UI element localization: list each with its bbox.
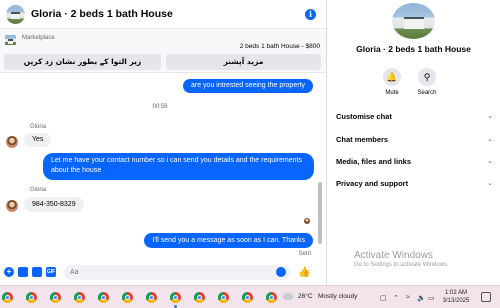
more-options-button[interactable]: مزید آپشنز bbox=[166, 54, 321, 70]
sender-avatar[interactable] bbox=[6, 200, 18, 212]
chevron-down-icon: ⌄ bbox=[487, 158, 493, 165]
mute-label: Mute bbox=[385, 90, 399, 96]
chrome-icon[interactable] bbox=[122, 292, 133, 303]
listing-title[interactable]: 2 beds 1 bath House - $800 bbox=[240, 43, 320, 50]
tray-app-icon[interactable]: ▢ bbox=[380, 294, 387, 302]
emoji-icon[interactable] bbox=[276, 267, 286, 277]
weather-cloud-icon[interactable] bbox=[281, 290, 293, 300]
messenger-window: Gloria · 2 beds 1 bath House i Marketpla… bbox=[0, 0, 500, 308]
chrome-icon[interactable] bbox=[170, 292, 181, 303]
sender-avatar[interactable] bbox=[6, 136, 18, 148]
scroll-thumb[interactable] bbox=[318, 182, 322, 244]
activate-windows-watermark: Activate Windows Go to Settings to activ… bbox=[354, 250, 449, 268]
incoming-message[interactable]: Yes bbox=[24, 133, 52, 147]
weather-temperature[interactable]: 26°C bbox=[298, 293, 313, 300]
clock-date: 3/13/2025 bbox=[442, 298, 470, 304]
speaker-icon[interactable]: 🔈 bbox=[417, 294, 426, 302]
chrome-icon[interactable] bbox=[146, 292, 157, 303]
chevron-down-icon: ⌄ bbox=[487, 136, 493, 143]
system-clock[interactable]: 1:02 AM 3/13/2025 bbox=[440, 289, 472, 305]
outgoing-message[interactable]: I'll send you a message as soon as I can… bbox=[144, 233, 313, 248]
bell-icon: 🔔 bbox=[383, 68, 401, 86]
thumbs-up-icon[interactable]: 👍 bbox=[298, 267, 310, 278]
listing-photo[interactable] bbox=[392, 3, 435, 39]
search-icon: ⚲ bbox=[418, 68, 436, 86]
menu-chat-members[interactable]: Chat members ⌄ bbox=[336, 135, 493, 147]
menu-customise-chat[interactable]: Customise chat ⌄ bbox=[336, 112, 493, 124]
sender-name: Gloria bbox=[30, 187, 47, 193]
chrome-icon[interactable] bbox=[194, 292, 205, 303]
conversation-info-panel: Gloria · 2 beds 1 bath House 🔔 Mute ⚲ Se… bbox=[327, 0, 500, 285]
chat-header: Gloria · 2 beds 1 bath House i bbox=[0, 0, 326, 29]
listing-avatar[interactable] bbox=[6, 4, 25, 24]
message-list: are you intrested seeing the property 00… bbox=[0, 74, 320, 259]
seen-indicator-avatar bbox=[304, 218, 310, 224]
watermark-title: Activate Windows bbox=[354, 250, 433, 261]
clock-time: 1:02 AM bbox=[444, 290, 467, 296]
sticker-icon[interactable] bbox=[32, 267, 42, 277]
message-scrollbar[interactable] bbox=[318, 74, 323, 259]
chat-title[interactable]: Gloria · 2 beds 1 bath House bbox=[31, 8, 305, 20]
incoming-message[interactable]: 984-350-8329 bbox=[24, 197, 84, 212]
chat-column: Gloria · 2 beds 1 bath House i Marketpla… bbox=[0, 0, 327, 285]
message-status: Sent bbox=[298, 251, 311, 257]
chevron-down-icon: ⌄ bbox=[487, 113, 493, 120]
menu-label: Privacy and support bbox=[336, 179, 409, 188]
weather-condition[interactable]: Mostly cloudy bbox=[318, 293, 357, 300]
menu-label: Customise chat bbox=[336, 112, 392, 121]
menu-label: Media, files and links bbox=[336, 157, 412, 166]
chrome-icon[interactable] bbox=[26, 292, 37, 303]
chrome-icon[interactable] bbox=[266, 292, 277, 303]
notification-icon[interactable] bbox=[481, 292, 491, 302]
menu-privacy-support[interactable]: Privacy and support ⌄ bbox=[336, 179, 493, 191]
chevron-up-icon[interactable]: ⌃ bbox=[393, 294, 399, 302]
chrome-icon[interactable] bbox=[98, 292, 109, 303]
chrome-icon[interactable] bbox=[50, 292, 61, 303]
search-label: Search bbox=[417, 90, 437, 96]
chrome-icon[interactable] bbox=[2, 292, 13, 303]
menu-media-files-links[interactable]: Media, files and links ⌄ bbox=[336, 157, 493, 169]
windows-taskbar: 26°C Mostly cloudy ▢ ⌃ ≈ 🔈 ▭ 1:02 AM 3/1… bbox=[0, 285, 500, 308]
sender-name: Gloria bbox=[30, 124, 47, 130]
menu-label: Chat members bbox=[336, 135, 389, 144]
plus-icon[interactable]: + bbox=[4, 267, 14, 277]
search-button[interactable]: ⚲ Search bbox=[412, 68, 442, 96]
chevron-down-icon: ⌄ bbox=[487, 180, 493, 187]
panel-title: Gloria · 2 beds 1 bath House bbox=[356, 44, 471, 54]
message-input[interactable] bbox=[64, 264, 290, 280]
chrome-icon[interactable] bbox=[74, 292, 85, 303]
info-icon[interactable]: i bbox=[305, 8, 316, 20]
outgoing-message[interactable]: are you intrested seeing the property bbox=[182, 79, 313, 93]
listing-thumbnail[interactable] bbox=[5, 35, 16, 45]
gif-icon[interactable]: GIF bbox=[46, 267, 56, 277]
composer: + GIF 👍 bbox=[0, 261, 326, 283]
chrome-icon[interactable] bbox=[242, 292, 253, 303]
mute-button[interactable]: 🔔 Mute bbox=[377, 68, 407, 96]
mark-pending-button[interactable]: زیر التوا کے بطور نشان زد کریں bbox=[4, 54, 161, 70]
image-icon[interactable] bbox=[18, 267, 28, 277]
chrome-icon[interactable] bbox=[218, 292, 229, 303]
watermark-subtitle: Go to Settings to activate Windows. bbox=[354, 262, 449, 268]
marketplace-label: Marketplace bbox=[22, 35, 55, 41]
message-timestamp: 00:59 bbox=[152, 104, 168, 110]
wifi-icon[interactable]: ≈ bbox=[406, 294, 410, 301]
battery-icon[interactable]: ▭ bbox=[428, 294, 435, 302]
outgoing-message[interactable]: Let me have your contact number so i can… bbox=[43, 153, 314, 180]
